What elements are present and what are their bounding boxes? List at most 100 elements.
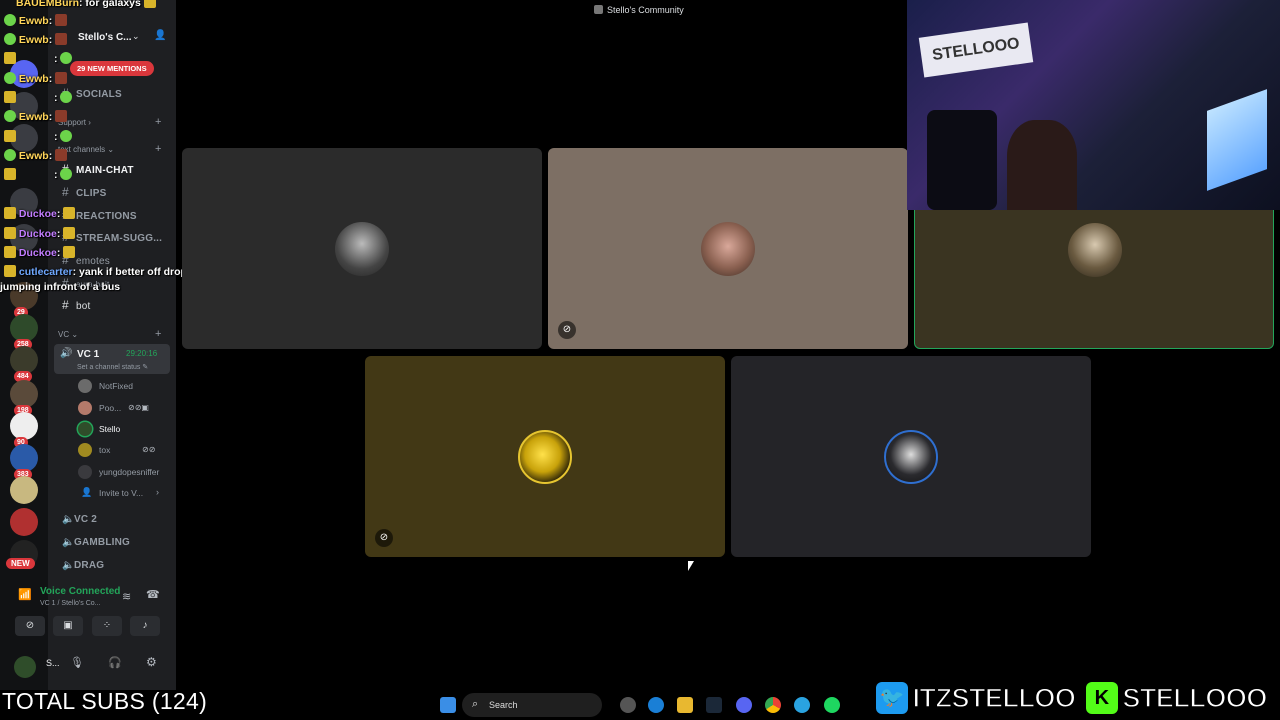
badge-icon: [4, 265, 16, 277]
participant-tile[interactable]: ⊘: [365, 356, 725, 557]
gaming-chair: [927, 110, 997, 210]
vc1-name: VC 1: [77, 349, 100, 360]
badge-icon: [4, 72, 16, 84]
add-channel-icon[interactable]: +: [155, 116, 161, 128]
emote-icon: [63, 227, 76, 239]
file-explorer-icon[interactable]: [677, 697, 693, 713]
muted-icon: ⊘⊘: [142, 445, 156, 454]
server-icon[interactable]: 258: [10, 314, 38, 350]
voice-channel-gambling[interactable]: 🔈GAMBLING: [62, 537, 130, 548]
emote-icon: [60, 91, 73, 103]
emote-icon: [60, 130, 73, 142]
avatar: [884, 430, 938, 484]
chat-message: Ewwb:: [4, 149, 68, 162]
disconnect-icon[interactable]: ☎: [146, 588, 160, 601]
kick-icon: K: [1085, 682, 1118, 714]
channel-clips[interactable]: # CLIPS: [62, 185, 106, 199]
badge-icon: [4, 246, 16, 258]
chat-message: Ewwb:: [4, 33, 68, 46]
soundboard-button[interactable]: ♪: [130, 616, 160, 636]
server-header[interactable]: Stello's C... ⌄ 👤: [48, 28, 176, 48]
steam-icon[interactable]: [706, 697, 722, 713]
camera-off-button[interactable]: ⊘: [15, 616, 45, 636]
server-icon[interactable]: [10, 508, 38, 536]
badge-icon: [4, 52, 16, 64]
badge-icon: [4, 110, 16, 122]
hash-icon: #: [62, 185, 69, 199]
participant-tile[interactable]: ⊘: [548, 148, 908, 349]
server-name: Stello's C...: [78, 32, 132, 43]
speaker-icon: 🔊: [60, 348, 73, 359]
channel-bot[interactable]: # bot: [62, 298, 91, 312]
emote-icon: [63, 246, 76, 258]
badge-icon: [4, 91, 16, 103]
participant-tile[interactable]: [182, 148, 542, 349]
emote-icon: [55, 110, 68, 122]
chat-message: Duckoe:: [4, 246, 76, 259]
voice-connected-location[interactable]: VC 1 / Stello's Co...: [40, 600, 100, 607]
microphone-icon[interactable]: 🎙: [70, 656, 84, 669]
noise-suppression-icon[interactable]: ≋: [122, 590, 131, 603]
server-icon: [594, 5, 603, 14]
headphones-icon[interactable]: 🎧: [108, 656, 122, 669]
voice-channel-drag[interactable]: 🔈DRAG: [62, 560, 104, 571]
webcam-feed: STELLOOO: [907, 0, 1280, 210]
search-icon: ⌕: [472, 698, 479, 710]
server-icon[interactable]: 383: [10, 444, 38, 480]
new-mentions-pill[interactable]: 29 NEW MENTIONS: [70, 61, 154, 76]
add-user-icon[interactable]: 👤: [154, 30, 166, 41]
badge-icon: [4, 14, 16, 26]
server-icon[interactable]: [10, 476, 38, 504]
chat-message: BAUEMBurn: for galaxys: [16, 0, 156, 9]
channel-stream-sugg[interactable]: #STREAM-SUGG...: [62, 230, 162, 244]
avatar: [1068, 223, 1122, 277]
add-channel-icon[interactable]: +: [155, 143, 161, 155]
badge-icon: [4, 168, 16, 180]
emote-icon: [60, 168, 73, 180]
chat-message: Duckoe:: [4, 207, 76, 220]
hash-icon: #: [62, 298, 69, 312]
spotify-icon[interactable]: [824, 697, 840, 713]
monitor: [1207, 89, 1267, 191]
avatar: [78, 422, 92, 436]
discord-icon[interactable]: [736, 697, 752, 713]
chat-message-continued: jumping infront of a bus: [0, 281, 121, 293]
wall-sign: STELLOOO: [918, 22, 1034, 78]
edge-icon[interactable]: [648, 697, 664, 713]
twitter-icon: 🐦: [876, 682, 908, 714]
chrome-icon[interactable]: [765, 697, 781, 713]
server-icon[interactable]: 198: [10, 380, 38, 416]
badge-icon: [4, 130, 16, 142]
voice-channel-vc2[interactable]: 🔈VC 2: [62, 514, 97, 525]
set-channel-status[interactable]: Set a channel status ✎: [77, 363, 148, 371]
avatar: [335, 222, 389, 276]
emote-icon: [55, 149, 68, 161]
add-channel-icon[interactable]: +: [155, 328, 161, 340]
emote-icon: [60, 52, 73, 64]
chat-message: aaaaaa:: [4, 52, 73, 65]
screen-share-button[interactable]: ▣: [53, 616, 83, 636]
emote-icon: [63, 207, 76, 219]
badge-icon: [4, 207, 16, 219]
category-vc[interactable]: VC ⌄: [58, 330, 78, 339]
camera-off-icon: ⊘: [25, 620, 35, 631]
avatar: [518, 430, 572, 484]
activities-button[interactable]: ⁘: [92, 616, 122, 636]
windows-start-icon[interactable]: [440, 697, 456, 713]
mouse-cursor: [688, 561, 694, 571]
user-name[interactable]: S...: [46, 658, 60, 668]
telegram-icon[interactable]: [794, 697, 810, 713]
channel-main-chat[interactable]: #MAIN-CHAT: [62, 162, 134, 176]
avatar[interactable]: [14, 656, 36, 678]
server-icon[interactable]: 90: [10, 412, 38, 448]
camera-off-icon: ⊘: [375, 529, 393, 547]
invite-icon: 👤: [81, 487, 93, 497]
voice-connected-status[interactable]: Voice Connected: [40, 586, 120, 597]
participant-tile[interactable]: [731, 356, 1091, 557]
server-icon[interactable]: 484: [10, 346, 38, 382]
speaker-icon: 🔈: [62, 514, 75, 525]
settings-gear-icon[interactable]: ⚙: [146, 655, 157, 669]
signal-icon: 📶: [18, 589, 32, 601]
taskbar-search[interactable]: ⌕ Search: [462, 693, 602, 717]
app-icon[interactable]: [620, 697, 636, 713]
